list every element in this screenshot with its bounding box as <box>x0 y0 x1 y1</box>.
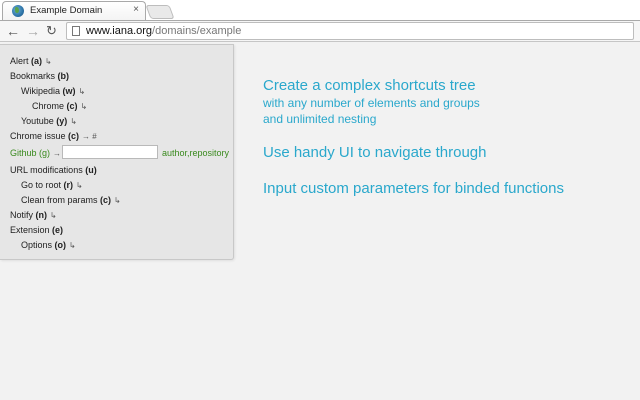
menu-item-go-to-root[interactable]: Go to root (r) ↳ <box>21 179 83 192</box>
menu-group-bookmarks[interactable]: Bookmarks (b) <box>10 70 69 82</box>
menu-item-key: (c) <box>66 101 78 111</box>
menu-item-key: (n) <box>35 210 48 220</box>
param-arrow-icon: → <box>53 149 62 158</box>
menu-item-chrome-issue[interactable]: Chrome issue (c) → # <box>10 130 97 143</box>
menu-item-github[interactable]: Github (g) → <box>10 147 61 160</box>
menu-item-label: Chrome issue <box>10 131 69 141</box>
page-icon <box>72 26 80 36</box>
menu-item-key: (w) <box>62 86 76 96</box>
tab-title: Example Domain <box>30 5 103 16</box>
github-param-input[interactable] <box>62 145 158 159</box>
url-path: /domains/example <box>152 25 242 37</box>
menu-item-wikipedia[interactable]: Wikipedia (w) ↳ <box>21 85 85 98</box>
menu-item-label: Wikipedia <box>21 86 63 96</box>
menu-item-label: Options <box>21 240 55 250</box>
action-arrow-icon: ↳ <box>45 57 52 66</box>
url-text[interactable]: www.iana.org/domains/example <box>86 25 241 37</box>
menu-group-url-modifications[interactable]: URL modifications (u) <box>10 164 97 176</box>
promo-headline-navigate: Use handy UI to navigate through <box>263 144 487 161</box>
action-arrow-icon: ↳ <box>70 117 77 126</box>
param-arrow-icon: → # <box>82 132 97 141</box>
action-arrow-icon: ↳ <box>76 181 83 190</box>
menu-item-key: (e) <box>52 225 64 235</box>
menu-item-chrome[interactable]: Chrome (c) ↳ <box>32 100 87 113</box>
promo-subline-nesting: and unlimited nesting <box>263 112 377 126</box>
menu-item-key: (c) <box>68 131 80 141</box>
menu-item-key: (b) <box>57 71 70 81</box>
menu-item-label: Github <box>10 148 40 158</box>
menu-group-extension[interactable]: Extension (e) <box>10 224 63 236</box>
promo-subline-elements: with any number of elements and groups <box>263 96 480 110</box>
menu-item-label: Clean from params <box>21 195 101 205</box>
action-arrow-icon: ↳ <box>69 241 76 250</box>
browser-toolbar: ← → ↻ www.iana.org/domains/example <box>0 20 640 42</box>
menu-item-label: Extension <box>10 225 53 235</box>
reload-icon[interactable]: ↻ <box>46 23 57 39</box>
address-bar[interactable]: www.iana.org/domains/example <box>66 22 634 40</box>
menu-item-key: (g) <box>39 148 51 158</box>
menu-item-key: (c) <box>100 195 112 205</box>
menu-item-key: (u) <box>85 165 97 175</box>
action-arrow-icon: ↳ <box>50 211 57 220</box>
menu-item-key: (y) <box>56 116 68 126</box>
forward-arrow-icon[interactable]: → <box>26 23 40 39</box>
back-arrow-icon[interactable]: ← <box>6 23 20 39</box>
menu-item-clean-from-params[interactable]: Clean from params (c) ↳ <box>21 194 121 207</box>
new-tab-button[interactable] <box>145 5 175 19</box>
shortcuts-panel: Alert (a) ↳ Bookmarks (b) Wikipedia (w) ↳ … <box>0 44 234 260</box>
menu-item-alert[interactable]: Alert (a) ↳ <box>10 55 52 68</box>
menu-item-label: URL modifications <box>10 165 86 175</box>
menu-item-label: Youtube <box>21 116 57 126</box>
menu-item-label: Notify <box>10 210 36 220</box>
close-tab-icon[interactable]: × <box>133 4 139 16</box>
menu-item-notify[interactable]: Notify (n) ↳ <box>10 209 57 222</box>
menu-item-label: Chrome <box>32 101 67 111</box>
menu-item-label: Bookmarks <box>10 71 58 81</box>
menu-item-key: (a) <box>31 56 43 66</box>
tab-strip: Example Domain × <box>0 0 640 20</box>
menu-item-options[interactable]: Options (o) ↳ <box>21 239 76 252</box>
globe-favicon-icon <box>12 5 24 17</box>
menu-item-youtube[interactable]: Youtube (y) ↳ <box>21 115 77 128</box>
tab-example-domain[interactable]: Example Domain × <box>2 1 146 20</box>
promo-headline-parameters: Input custom parameters for binded funct… <box>263 180 564 197</box>
menu-item-key: (o) <box>54 240 67 250</box>
action-arrow-icon: ↳ <box>114 196 121 205</box>
menu-item-label: Alert <box>10 56 32 66</box>
github-param-hint: author,repository <box>162 148 230 158</box>
url-host: www.iana.org <box>86 25 153 37</box>
action-arrow-icon: ↳ <box>78 87 86 96</box>
menu-item-key: (r) <box>63 180 74 190</box>
menu-item-label: Go to root <box>21 180 64 190</box>
action-arrow-icon: ↳ <box>80 102 88 111</box>
promo-headline-tree: Create a complex shortcuts tree <box>263 77 476 94</box>
